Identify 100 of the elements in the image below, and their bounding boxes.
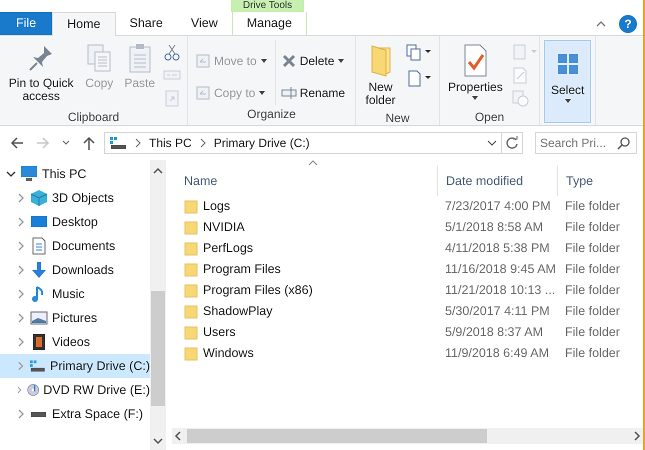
ribbon-button[interactable]: Properties — [444, 40, 507, 108]
tree-item[interactable]: Extra Space (F:) — [0, 402, 150, 426]
chevron-right-icon — [16, 241, 26, 251]
type-cell-text: File folder — [564, 198, 620, 216]
date-cell-text: 11/9/2018 6:49 AM — [444, 345, 550, 362]
group-label: New — [384, 110, 410, 127]
type-cell-text: File folder — [564, 240, 620, 258]
chevron-right-icon — [16, 409, 26, 419]
refresh-button[interactable] — [501, 132, 523, 154]
search-field[interactable]: Search Pri... — [535, 132, 637, 154]
file-tab[interactable]: File — [0, 12, 52, 35]
down-arrow-icon — [30, 261, 48, 279]
date-cell-text: 5/30/2017 4:11 PM — [444, 303, 551, 320]
chevron-right-icon — [16, 337, 26, 347]
folder-icon — [184, 346, 198, 360]
folder-icon — [184, 200, 198, 214]
dropdown-caret-icon — [564, 97, 572, 105]
tree-item[interactable]: Music — [0, 282, 150, 306]
chevron-right-icon — [16, 289, 26, 299]
file-name[interactable]: NVIDIA — [203, 218, 245, 237]
picture-icon — [30, 309, 48, 327]
edit-icon — [510, 66, 529, 84]
tree-item[interactable]: Downloads — [0, 258, 150, 282]
chevron-right-icon — [16, 313, 26, 323]
delete-icon — [280, 53, 297, 69]
file-name[interactable]: ShadowPlay — [203, 302, 272, 321]
chevron-down-icon — [6, 169, 16, 179]
breadcrumb[interactable]: Primary Drive (C:) — [214, 134, 310, 152]
date-cell-text: 5/1/2018 8:58 AM — [444, 219, 544, 236]
ribbon-button[interactable]: Rename — [278, 82, 348, 104]
date-cell-text: 7/23/2017 4:00 PM — [444, 198, 552, 216]
folder-icon — [184, 304, 198, 318]
group-label: Organize — [246, 106, 297, 123]
scrollbar-thumb[interactable] — [187, 429, 487, 443]
shortcut-icon — [163, 89, 181, 107]
forward-arrow-icon — [35, 135, 51, 151]
chevron-right-icon — [16, 265, 26, 275]
tree-item[interactable]: This PC — [0, 162, 150, 186]
ribbon-button[interactable]: Select — [544, 40, 592, 123]
contextual-tab-label: Drive Tools — [231, 0, 304, 12]
tree-item[interactable]: 3D Objects — [0, 186, 150, 210]
tree-item[interactable]: Documents — [0, 234, 150, 258]
film-icon — [30, 333, 48, 351]
group-label: Open — [474, 109, 506, 126]
file-name[interactable]: Windows — [203, 344, 254, 363]
type-cell-text: File folder — [564, 261, 620, 278]
cube-icon — [30, 189, 48, 207]
folder-icon — [184, 326, 198, 340]
chevron-right-icon — [16, 361, 26, 371]
folder-icon — [184, 284, 198, 298]
drive-icon — [109, 136, 127, 150]
open-icon — [510, 43, 539, 61]
type-cell-text: File folder — [564, 219, 620, 236]
folder-icon — [184, 242, 198, 256]
file-name[interactable]: Users — [203, 323, 236, 342]
ribbon-button[interactable]: New folder — [360, 40, 401, 109]
vertical-scrollbar[interactable] — [150, 160, 166, 450]
file-name[interactable]: Program Files (x86) — [203, 281, 313, 300]
date-cell-text: 5/9/2018 8:37 AM — [444, 324, 544, 342]
breadcrumb-chevron-icon — [135, 138, 141, 148]
tree-item[interactable]: DVD RW Drive (E:) — [0, 378, 150, 402]
chevron-right-icon — [16, 385, 23, 395]
file-name[interactable]: PerfLogs — [203, 239, 254, 258]
ribbon-button[interactable]: Pin to Quick access — [4, 40, 78, 108]
scroll-down-icon — [153, 436, 163, 446]
address-bar[interactable]: This PC Primary Drive (C:) — [104, 132, 502, 154]
computer-icon — [20, 165, 38, 183]
tree-item[interactable]: Desktop — [0, 210, 150, 234]
breadcrumb[interactable]: This PC — [149, 134, 192, 152]
column-header[interactable]: Type — [557, 166, 637, 196]
refresh-icon — [505, 136, 519, 150]
scroll-up-icon — [153, 166, 163, 176]
ribbon-tab[interactable]: View — [176, 12, 232, 35]
chevron-right-icon — [16, 217, 26, 227]
ribbon-button[interactable]: Delete — [278, 50, 348, 72]
scrollbar-thumb[interactable] — [151, 291, 165, 406]
tree-item[interactable]: Primary Drive (C:) — [0, 354, 150, 378]
date-cell-text: 11/16/2018 9:45 AM — [444, 261, 557, 278]
file-name[interactable]: Logs — [203, 197, 230, 216]
type-cell-text: File folder — [564, 282, 620, 300]
tree-item[interactable]: Pictures — [0, 306, 150, 330]
ribbon-tab[interactable]: Share — [116, 12, 177, 35]
column-header[interactable]: Name — [172, 166, 437, 196]
chevron-right-icon — [16, 193, 26, 203]
copy-to-icon — [195, 85, 211, 101]
up-arrow-icon — [81, 135, 97, 151]
column-header[interactable]: Date modified — [437, 166, 557, 196]
date-cell-text: 4/11/2018 5:38 PM — [444, 240, 551, 258]
tree-item[interactable]: Videos — [0, 330, 150, 354]
folder-icon — [184, 262, 198, 276]
move-to-icon — [195, 53, 211, 69]
horizontal-scrollbar[interactable] — [172, 428, 643, 444]
file-name[interactable]: Program Files — [203, 260, 281, 279]
history-icon — [510, 89, 529, 107]
help-button[interactable]: ? — [619, 14, 637, 32]
dropdown-caret-icon — [471, 94, 480, 102]
scissors-icon — [163, 43, 181, 61]
ribbon-tab[interactable]: Manage — [232, 12, 307, 35]
ribbon-tab[interactable]: Home — [52, 12, 116, 36]
type-cell-text: File folder — [564, 345, 620, 362]
